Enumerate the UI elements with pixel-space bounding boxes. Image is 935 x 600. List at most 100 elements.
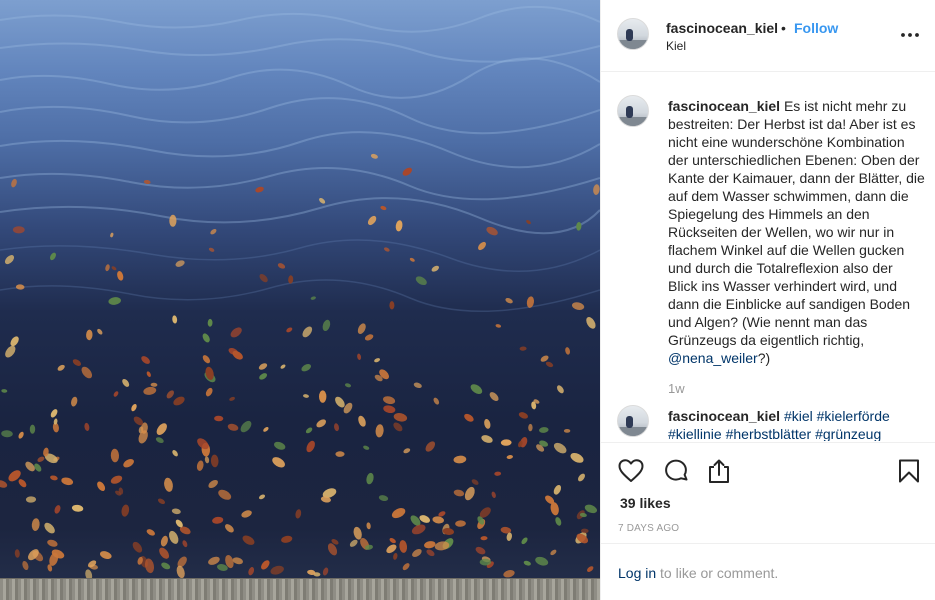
leaf — [37, 456, 45, 463]
leaf — [31, 518, 40, 531]
more-options-icon[interactable] — [899, 24, 921, 46]
leaf — [173, 396, 185, 406]
leaf — [349, 539, 358, 547]
leaf — [563, 429, 571, 433]
leaf — [72, 359, 82, 366]
leaf — [587, 566, 594, 572]
leaf — [380, 205, 387, 211]
heart-icon[interactable] — [617, 457, 645, 485]
header-username[interactable]: fascinocean_kiel — [666, 20, 778, 36]
caption-body: Es ist nicht mehr zu bestreiten: Der Her… — [668, 98, 925, 348]
leaf — [175, 260, 185, 267]
leaf — [81, 366, 93, 379]
leaf — [399, 540, 408, 553]
leaf — [241, 510, 252, 518]
quay-wall-edge — [0, 578, 600, 600]
leaf — [156, 423, 167, 435]
leaf — [506, 455, 513, 459]
comment-username[interactable]: fascinocean_kiel — [668, 408, 780, 424]
location-link[interactable]: Kiel — [666, 39, 686, 53]
leaf — [553, 484, 562, 495]
leaf — [97, 328, 103, 335]
leaf — [494, 471, 502, 476]
avatar[interactable] — [617, 18, 649, 50]
leaf — [375, 424, 384, 438]
leaf — [478, 241, 486, 251]
leaf — [426, 549, 435, 557]
leaf — [357, 323, 366, 335]
likes-count[interactable]: 39 likes — [620, 495, 671, 511]
leaf — [0, 480, 8, 488]
leaf — [432, 516, 444, 524]
leaf — [242, 535, 255, 545]
leaf — [484, 418, 491, 429]
hashtag-link[interactable]: #herbstblätter — [726, 426, 812, 441]
leaf — [391, 508, 406, 519]
leaf — [310, 296, 316, 300]
login-rest-text: to like or comment. — [656, 565, 779, 581]
leaf — [431, 265, 440, 272]
caption-username[interactable]: fascinocean_kiel — [668, 98, 780, 114]
post-timestamp[interactable]: 7 DAYS AGO — [618, 523, 679, 534]
leaf — [176, 565, 185, 579]
leaf — [322, 319, 331, 332]
leaf — [122, 378, 130, 387]
hashtag-link[interactable]: #kiel — [784, 408, 813, 424]
leaf — [486, 226, 498, 236]
leaf — [1, 430, 13, 438]
leaf — [227, 423, 239, 431]
caption-age[interactable]: 1w — [668, 381, 685, 396]
leaf — [5, 345, 16, 358]
leaf — [295, 509, 302, 519]
leaf — [383, 247, 390, 252]
leaf — [258, 494, 266, 500]
leaf — [550, 549, 557, 556]
mention-link[interactable]: @nena_weiler — [668, 350, 758, 366]
leaf — [277, 263, 286, 269]
leaf — [255, 186, 264, 193]
leaf — [258, 363, 268, 370]
leaf — [166, 390, 175, 399]
leaf — [555, 517, 562, 526]
login-link[interactable]: Log in — [618, 565, 656, 581]
comment-bubble-icon[interactable] — [662, 457, 690, 485]
bookmark-icon[interactable] — [895, 457, 923, 485]
leaf — [50, 409, 58, 418]
leaf — [389, 538, 396, 544]
leaf — [539, 427, 549, 433]
leaf — [100, 551, 112, 560]
leaf — [196, 460, 204, 471]
leaf — [10, 336, 19, 347]
leaf — [14, 549, 20, 558]
leaf — [131, 403, 137, 412]
leaf — [402, 167, 413, 176]
leaf — [4, 255, 15, 265]
leaf — [519, 346, 527, 351]
leaf — [479, 558, 492, 566]
leaf — [335, 451, 345, 457]
leaf — [172, 315, 178, 324]
leaf — [286, 327, 293, 333]
leaf — [25, 496, 37, 503]
hashtag-link[interactable]: #kiellinie — [668, 426, 722, 441]
leaf — [54, 505, 61, 514]
leaf — [489, 392, 499, 402]
leaf — [553, 442, 567, 454]
follow-button[interactable]: Follow — [794, 20, 838, 36]
avatar[interactable] — [617, 95, 649, 127]
share-icon[interactable] — [705, 457, 733, 485]
leaf — [143, 386, 157, 395]
leaf — [480, 536, 488, 541]
hashtag-link[interactable]: #grünzeug — [815, 426, 881, 441]
leaf — [146, 529, 155, 536]
leaf — [71, 504, 84, 512]
leaf — [366, 472, 374, 485]
avatar[interactable] — [617, 405, 649, 437]
leaf — [389, 301, 395, 310]
comments-section[interactable]: fascinocean_kiel Es ist nicht mehr zu be… — [601, 73, 935, 441]
leaf — [316, 419, 327, 428]
hashtag-link[interactable]: #kielerförde — [817, 408, 890, 424]
leaf — [526, 220, 531, 225]
leaf — [393, 422, 403, 432]
leaf — [481, 435, 493, 443]
